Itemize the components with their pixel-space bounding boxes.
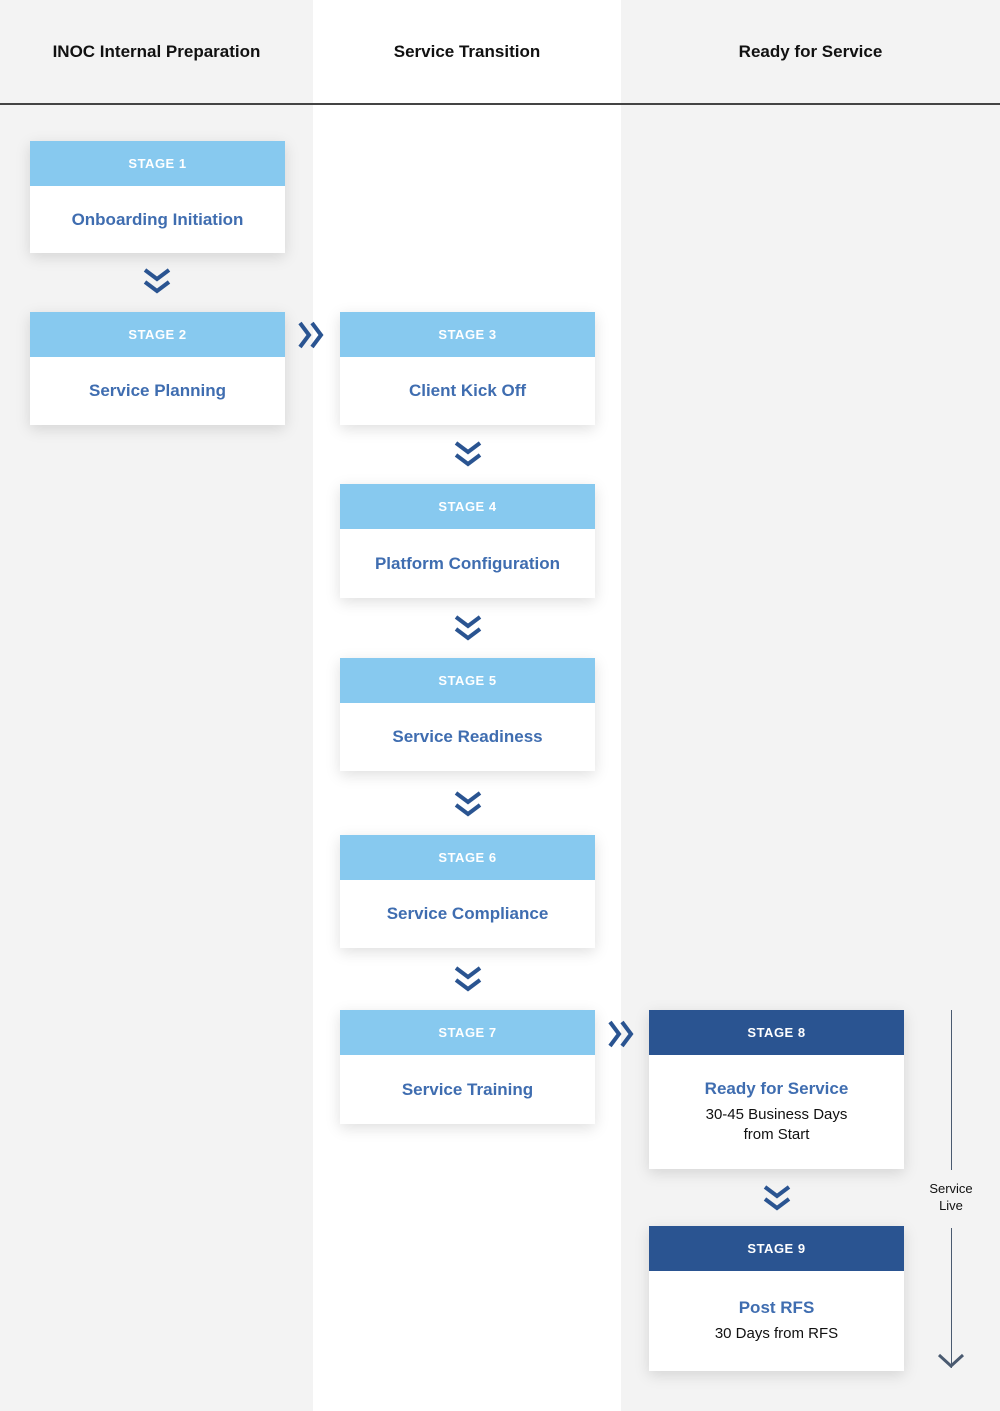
service-live-text: Service bbox=[929, 1181, 973, 1196]
stage-card-3: STAGE 3 Client Kick Off bbox=[340, 312, 595, 425]
double-chevron-right-icon bbox=[607, 1019, 637, 1049]
stage-subtitle-line: 30-45 Business Days bbox=[705, 1106, 848, 1123]
column-header: INOC Internal Preparation bbox=[52, 41, 261, 61]
service-live-text: Live bbox=[939, 1198, 963, 1213]
stage-subtitle: 30-45 Business Days from Start bbox=[706, 1105, 848, 1145]
column-header: Service Transition bbox=[393, 41, 541, 61]
stage-label: STAGE 4 bbox=[340, 484, 595, 529]
stage-title: Service Readiness bbox=[392, 727, 543, 746]
stage-card-7: STAGE 7 Service Training bbox=[340, 1010, 595, 1124]
stage-title: Onboarding Initiation bbox=[71, 209, 244, 229]
stage-title: Platform Configuration bbox=[374, 553, 561, 573]
stage-title: Client Kick Off bbox=[408, 381, 527, 400]
service-live-line-bottom bbox=[951, 1228, 952, 1368]
stage-label: STAGE 9 bbox=[649, 1226, 904, 1271]
stage-card-4: STAGE 4 Platform Configuration bbox=[340, 484, 595, 598]
stage-card-8: STAGE 8 Ready for Service 30-45 Business… bbox=[649, 1010, 904, 1169]
stage-subtitle-line: from Start bbox=[743, 1126, 810, 1143]
double-chevron-down-icon bbox=[453, 614, 483, 644]
stage-title: Service Planning bbox=[89, 381, 226, 400]
stage-label: STAGE 8 bbox=[649, 1010, 904, 1055]
stage-label: STAGE 5 bbox=[340, 658, 595, 703]
stage-title: Ready for Service bbox=[704, 1079, 849, 1098]
stage-title: Service Compliance bbox=[386, 904, 549, 923]
stage-card-5: STAGE 5 Service Readiness bbox=[340, 658, 595, 771]
stage-label: STAGE 7 bbox=[340, 1010, 595, 1055]
service-live-line-top bbox=[951, 1010, 952, 1170]
stage-card-2: STAGE 2 Service Planning bbox=[30, 312, 285, 425]
stage-label: STAGE 2 bbox=[30, 312, 285, 357]
double-chevron-right-icon bbox=[297, 320, 327, 350]
stage-title: Post RFS bbox=[738, 1298, 815, 1317]
stage-subtitle: 30 Days from RFS bbox=[714, 1325, 839, 1342]
arrow-down-icon bbox=[937, 1352, 965, 1370]
double-chevron-down-icon bbox=[142, 267, 172, 297]
double-chevron-down-icon bbox=[453, 965, 483, 995]
double-chevron-down-icon bbox=[453, 440, 483, 470]
service-live-label: Service Live bbox=[915, 1180, 987, 1214]
stage-card-6: STAGE 6 Service Compliance bbox=[340, 835, 595, 948]
stage-card-9: STAGE 9 Post RFS 30 Days from RFS bbox=[649, 1226, 904, 1371]
stage-label: STAGE 6 bbox=[340, 835, 595, 880]
stage-card-1: STAGE 1 Onboarding Initiation bbox=[30, 141, 285, 253]
stage-title: Service Training bbox=[401, 1079, 534, 1099]
column-header: Ready for Service bbox=[738, 41, 883, 61]
double-chevron-down-icon bbox=[453, 790, 483, 820]
stage-label: STAGE 1 bbox=[30, 141, 285, 186]
double-chevron-down-icon bbox=[762, 1184, 792, 1214]
header-divider bbox=[0, 103, 1000, 105]
stage-label: STAGE 3 bbox=[340, 312, 595, 357]
